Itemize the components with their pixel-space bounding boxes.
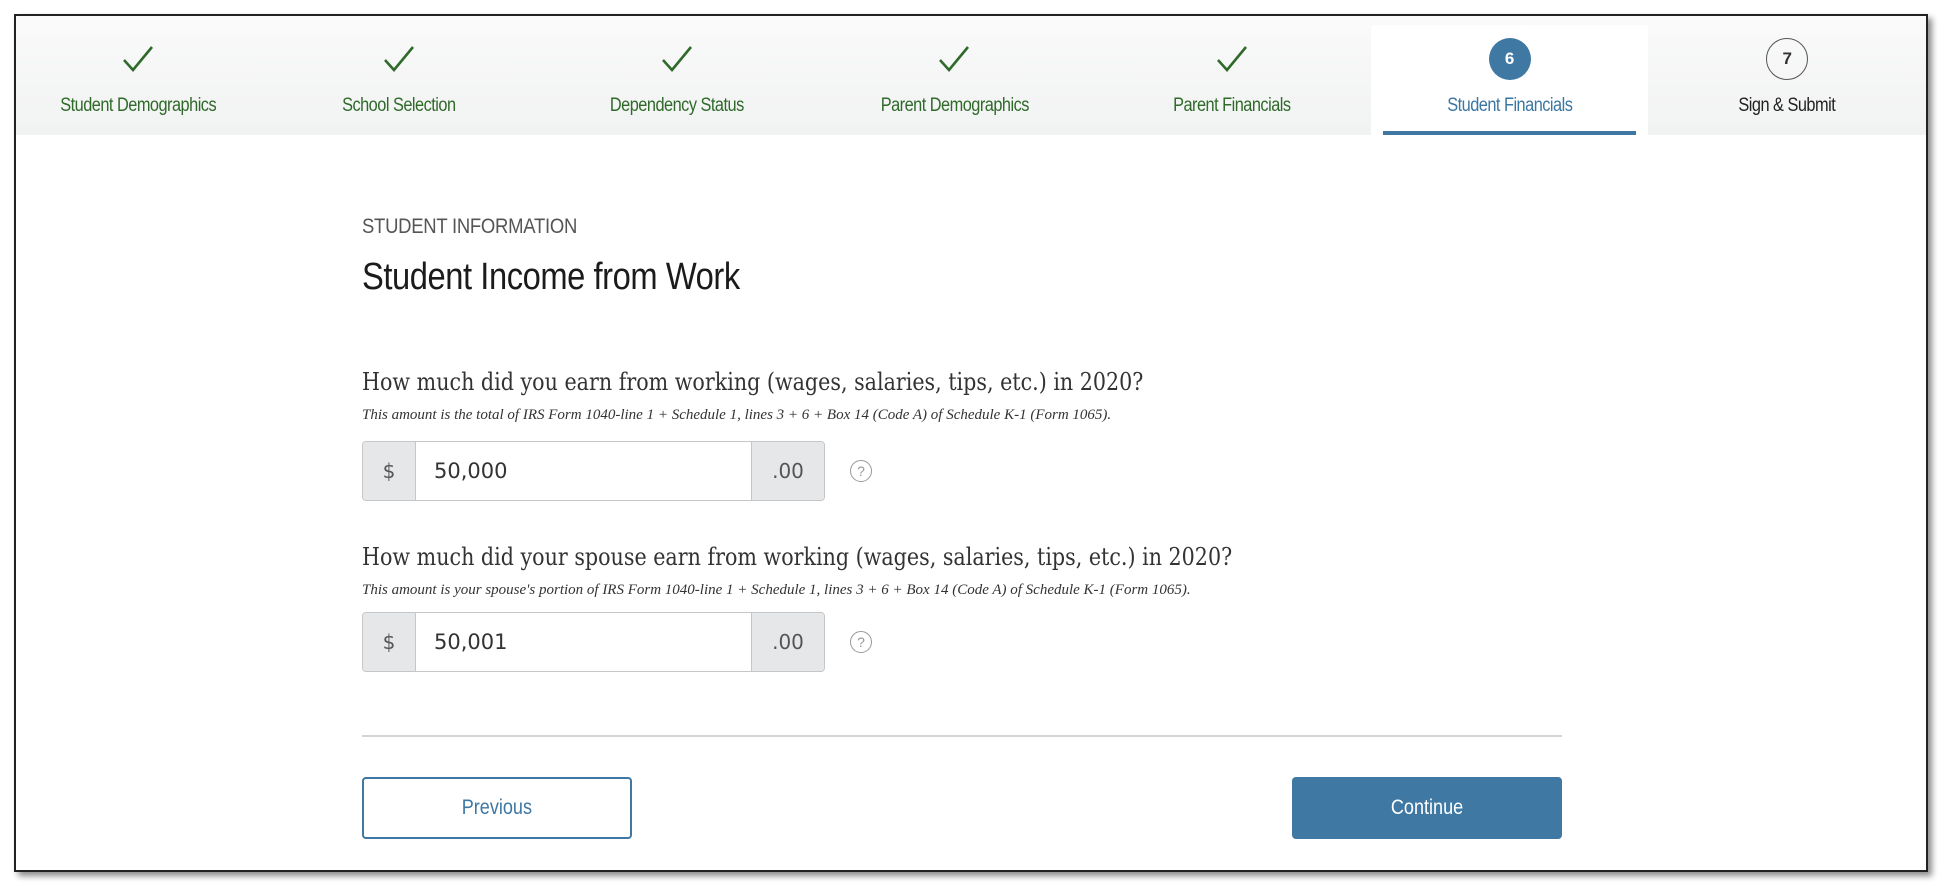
help-icon[interactable]: ?: [850, 460, 872, 482]
step-number: 7: [1766, 38, 1809, 80]
check-icon: [933, 38, 975, 80]
previous-button[interactable]: Previous: [362, 777, 632, 839]
hint-student-income: This amount is the total of IRS Form 104…: [362, 407, 1112, 423]
step-number-badge: 7: [1766, 38, 1809, 80]
progress-stepper: Student Demographics School Selection De…: [16, 16, 1926, 135]
cents-suffix: .00: [751, 442, 824, 500]
step-label: Dependency Status: [609, 95, 744, 116]
step-school-selection[interactable]: School Selection: [260, 16, 538, 135]
previous-button-label: Previous: [461, 796, 533, 819]
check-icon: [656, 38, 698, 80]
question-student-income: How much did you earn from working (wage…: [362, 368, 1144, 396]
continue-button-label: Continue: [1390, 796, 1464, 819]
step-label: School Selection: [342, 95, 456, 116]
step-label: Student Financials: [1447, 95, 1573, 116]
hint-spouse-income: This amount is your spouse's portion of …: [362, 582, 1191, 598]
currency-prefix: $: [363, 442, 416, 500]
student-income-field: $ .00: [362, 441, 825, 501]
step-label: Student Demographics: [60, 95, 217, 116]
step-number: 6: [1488, 38, 1531, 80]
step-parent-demographics[interactable]: Parent Demographics: [816, 16, 1094, 135]
app-window: Student Demographics School Selection De…: [14, 14, 1928, 872]
step-dependency-status[interactable]: Dependency Status: [538, 16, 816, 135]
step-student-financials[interactable]: 6 Student Financials: [1370, 25, 1649, 135]
section-eyebrow: STUDENT INFORMATION: [362, 215, 578, 238]
step-student-demographics[interactable]: Student Demographics: [16, 16, 260, 135]
step-label: Parent Financials: [1173, 95, 1291, 116]
page-title: Student Income from Work: [362, 256, 740, 298]
step-label: Parent Demographics: [880, 95, 1029, 116]
cents-suffix: .00: [751, 613, 824, 671]
active-step-underline: [1382, 131, 1637, 135]
continue-button[interactable]: Continue: [1292, 777, 1562, 839]
check-icon: [378, 38, 420, 80]
step-number-badge: 6: [1488, 38, 1531, 80]
step-label: Sign & Submit: [1738, 95, 1836, 116]
check-icon: [117, 38, 159, 80]
question-spouse-income: How much did your spouse earn from worki…: [362, 543, 1233, 571]
student-income-input[interactable]: [416, 442, 751, 500]
currency-prefix: $: [363, 613, 416, 671]
help-icon[interactable]: ?: [850, 631, 872, 653]
step-parent-financials[interactable]: Parent Financials: [1093, 16, 1371, 135]
check-icon: [1211, 38, 1253, 80]
divider: [362, 735, 1562, 737]
spouse-income-field: $ .00: [362, 612, 825, 672]
step-sign-submit[interactable]: 7 Sign & Submit: [1648, 16, 1926, 135]
spouse-income-input[interactable]: [416, 613, 751, 671]
